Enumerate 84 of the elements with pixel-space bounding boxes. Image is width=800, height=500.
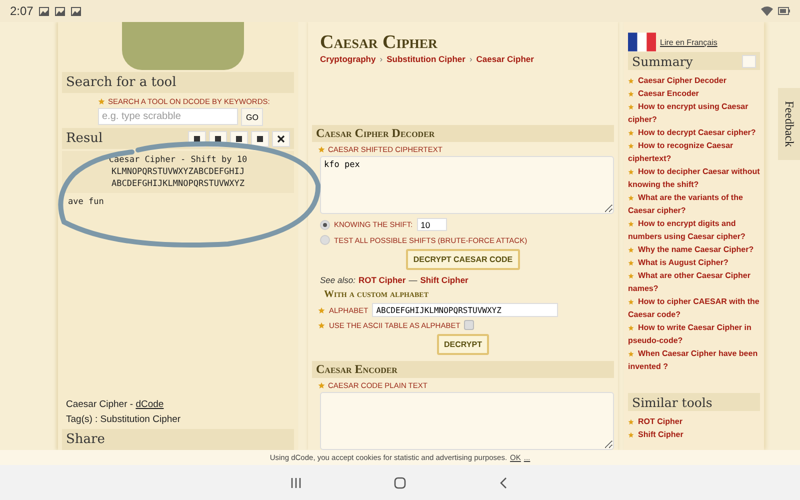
search-field[interactable]: e.g. type scrabble — [98, 108, 238, 125]
flag-icon — [628, 32, 656, 52]
summary-link[interactable]: Caesar Cipher Decoder — [628, 74, 760, 87]
star-icon — [628, 246, 634, 253]
star-icon — [628, 220, 634, 227]
plaintext-field[interactable] — [320, 392, 614, 450]
see-also-link[interactable]: ROT Cipher — [358, 275, 406, 286]
star-icon — [628, 272, 634, 279]
star-icon — [318, 146, 325, 154]
see-also-link[interactable]: Shift Cipher — [420, 275, 468, 286]
similar-tool-link[interactable]: Shift Cipher — [628, 428, 760, 441]
radio-button[interactable] — [320, 235, 330, 246]
star-icon — [628, 418, 634, 425]
tags-text: Tag(s) : Substitution Cipher — [66, 414, 182, 425]
section-heading: Resul — [66, 131, 103, 146]
shift-field[interactable]: 10 — [416, 218, 447, 232]
section-heading: Caesar Encoder — [312, 361, 614, 378]
subsection-heading: With a custom alphabet — [324, 289, 430, 300]
star-icon — [628, 260, 634, 266]
section-heading: Similar tools — [628, 393, 760, 411]
summary-link[interactable]: What is August Cipher? — [628, 256, 760, 269]
alphabet-field[interactable]: ABCDEFGHIJKLMNOPQRSTUVWXYZ — [372, 303, 558, 318]
close-button[interactable] — [272, 130, 290, 146]
star-icon — [628, 432, 634, 438]
star-icon — [628, 130, 634, 136]
separator-dash: — — [408, 275, 418, 286]
dcode-link[interactable]: dCode — [136, 399, 164, 410]
image-notification-icon — [71, 6, 82, 16]
feedback-tab[interactable]: Feedback — [778, 88, 800, 160]
summary-link[interactable]: How to cipher CAESAR with the Caesar code? — [628, 295, 760, 321]
star-icon — [628, 298, 634, 305]
clock-time: 2:07 — [10, 4, 34, 18]
star-icon — [628, 194, 634, 201]
breadcrumb-separator: › — [469, 54, 472, 64]
summary-link[interactable]: What are the variants of the Caesar cipher? — [628, 191, 760, 217]
recent-apps-icon[interactable] — [289, 476, 303, 490]
star-icon — [628, 90, 634, 97]
summary-link[interactable]: How to decipher Caesar without knowing the shift? — [628, 165, 760, 191]
section-heading: Search for a tool — [62, 72, 294, 93]
checkbox[interactable] — [464, 320, 474, 330]
image-notification-icon — [39, 6, 50, 16]
section-heading: Caesar Cipher Decoder — [312, 125, 614, 142]
document-button[interactable] — [251, 130, 269, 146]
summary-link[interactable]: When Caesar Cipher have been invented ? — [628, 347, 760, 373]
decrypt-caesar-button[interactable]: DECRYPT CAESAR CODE — [406, 249, 520, 270]
star-icon — [628, 324, 634, 331]
decrypt-button[interactable]: DECRYPT — [437, 334, 489, 356]
summary-link[interactable]: What are other Caesar Cipher names? — [628, 269, 760, 295]
battery-icon — [778, 7, 790, 15]
breadcrumb-link[interactable]: Caesar Cipher — [476, 54, 534, 64]
see-also-label: See also: — [320, 275, 356, 286]
summary-link[interactable]: How to write Caesar Cipher in pseudo-code? — [628, 321, 760, 347]
image-notification-icon — [55, 6, 66, 16]
similar-tool-link[interactable]: ROT Cipher — [628, 415, 760, 428]
radio-button[interactable] — [320, 220, 330, 230]
close-icon — [277, 134, 285, 142]
section-heading: Summary — [632, 54, 693, 68]
page-title: Caesar Cipher — [320, 32, 438, 54]
star-icon — [98, 98, 105, 105]
summary-link[interactable]: How to encrypt using Caesar cipher? — [628, 100, 760, 126]
star-icon — [318, 306, 325, 314]
breadcrumb-separator: › — [380, 54, 383, 64]
ciphertext-field[interactable]: kfo pex — [320, 156, 614, 214]
star-icon — [318, 382, 325, 390]
result-note: ave fun — [68, 197, 105, 207]
home-icon[interactable] — [393, 476, 407, 490]
star-icon — [628, 104, 634, 110]
breadcrumb-link[interactable]: Cryptography — [320, 54, 376, 64]
star-icon — [628, 350, 634, 357]
summary-link[interactable]: How to recognize Caesar ciphertext? — [628, 139, 760, 165]
summary-link[interactable]: Caesar Encoder — [628, 87, 760, 100]
section-heading: Share — [62, 429, 294, 450]
language-link[interactable]: Lire en Français — [660, 38, 718, 46]
footer-credit: Caesar Cipher - dCode — [66, 399, 165, 410]
star-icon — [318, 322, 325, 329]
go-button[interactable]: GO — [241, 108, 264, 126]
star-icon — [628, 168, 634, 175]
summary-link[interactable]: How to encrypt digits and numbers using Caesar cipher? — [628, 217, 760, 243]
star-icon — [628, 78, 634, 84]
summary-link[interactable]: How to decrypt Caesar cipher? — [628, 126, 760, 139]
wifi-icon — [761, 6, 773, 16]
summary-link[interactable]: Why the name Caesar Cipher? — [628, 243, 760, 256]
breadcrumb-link[interactable]: Substitution Cipher — [386, 54, 466, 64]
star-icon — [628, 142, 634, 149]
